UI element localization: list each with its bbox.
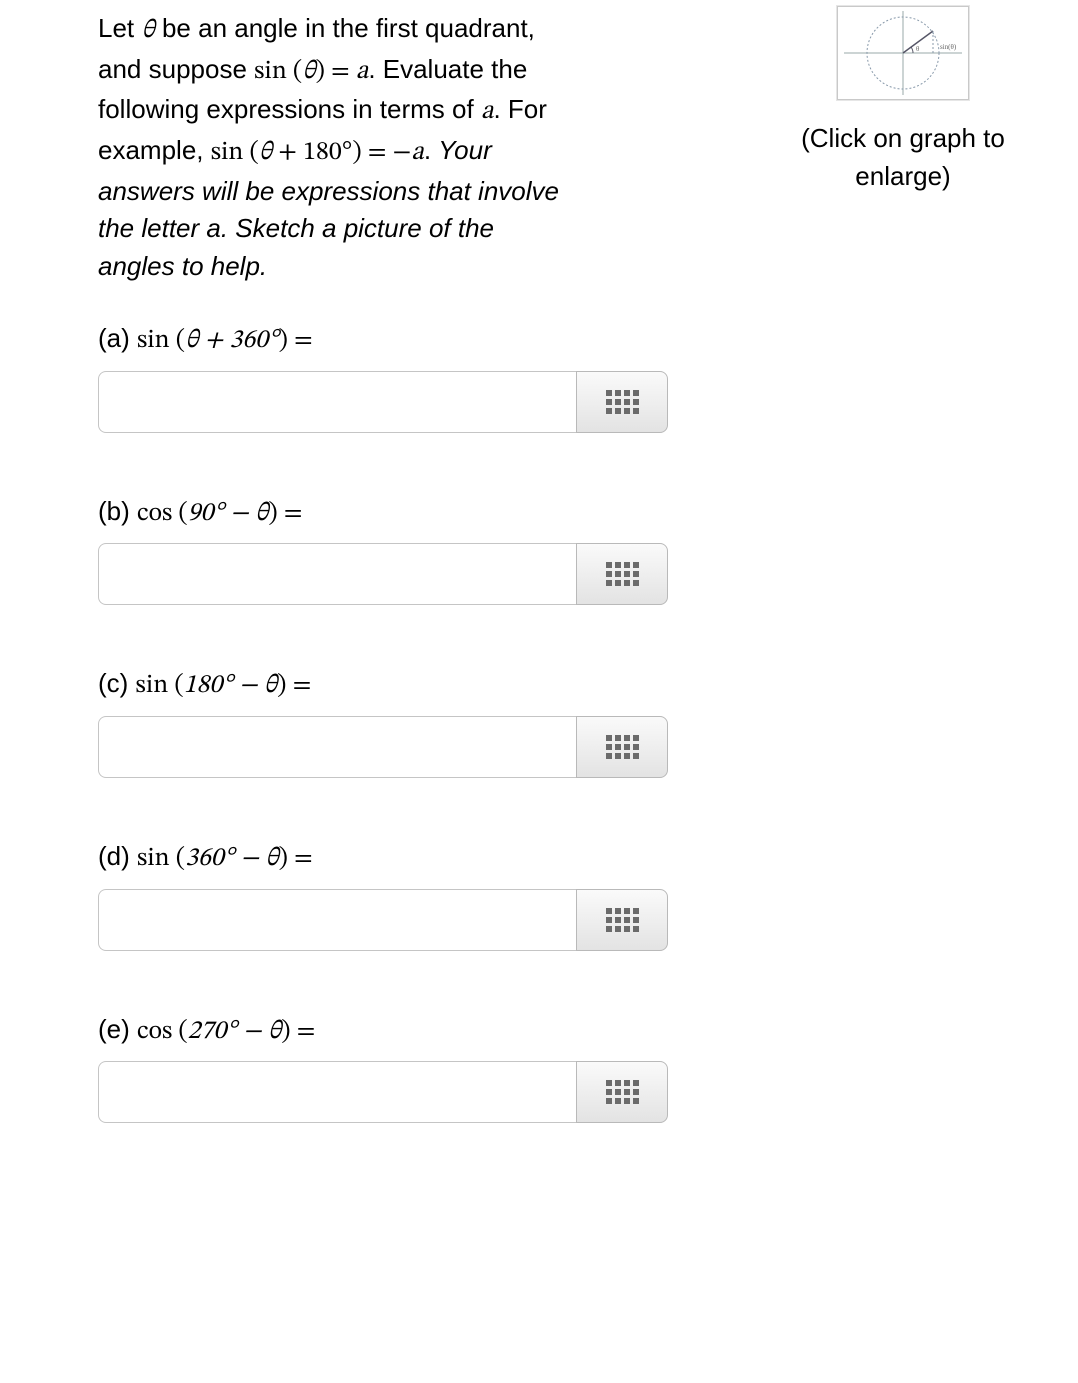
paren: ( — [243, 140, 258, 166]
keypad-icon — [606, 735, 639, 759]
graph-thumbnail-link[interactable]: sin(θ) θ — [778, 6, 1028, 100]
answer-row-d — [98, 889, 668, 951]
text: be an angle in the first quadrant, — [155, 13, 535, 43]
italic-text: angles to help. — [98, 251, 267, 281]
top-row: Let θ be an angle in the first quadrant,… — [98, 10, 1048, 286]
unit-circle-graph-icon: sin(θ) θ — [837, 6, 969, 100]
italic-text: Your — [438, 135, 492, 165]
answer-row-c — [98, 716, 668, 778]
text: and suppose — [98, 54, 254, 84]
keypad-button-b[interactable] — [576, 543, 668, 605]
equals: = — [331, 59, 356, 85]
keypad-button-d[interactable] — [576, 889, 668, 951]
part-b-label: (b) cos (90° − θ) = — [98, 493, 678, 534]
keypad-button-c[interactable] — [576, 716, 668, 778]
angle-offset: + 180° — [272, 140, 352, 166]
paren: ( — [168, 673, 183, 699]
sin-symbol: sin — [211, 140, 244, 166]
paren: ( — [170, 328, 185, 354]
part-a: (a) sin (θ + 360°) = — [98, 320, 678, 433]
angle-expr: θ + 360° — [185, 328, 279, 354]
text: . Evaluate the — [368, 54, 527, 84]
paren-eq: ) = — [277, 673, 311, 699]
keypad-button-e[interactable] — [576, 1061, 668, 1123]
part-d-label: (d) sin (360° − θ) = — [98, 838, 678, 879]
trig-fn: sin — [136, 673, 169, 699]
answer-input-d[interactable] — [98, 889, 576, 951]
keypad-icon — [606, 1080, 639, 1104]
part-e-label: (e) cos (270° − θ) = — [98, 1011, 678, 1052]
answer-input-a[interactable] — [98, 371, 576, 433]
part-b: (b) cos (90° − θ) = — [98, 493, 678, 606]
paren: ) — [316, 59, 331, 85]
text: . — [424, 135, 438, 165]
part-c-label: (c) sin (180° − θ) = — [98, 665, 678, 706]
graph-caption: (Click on graph to enlarge) — [778, 120, 1028, 195]
text: following expressions in terms of — [98, 94, 481, 124]
part-prefix: (e) — [98, 1014, 137, 1044]
trig-fn: sin — [137, 328, 170, 354]
paren-eq: ) = — [268, 501, 302, 527]
answer-input-c[interactable] — [98, 716, 576, 778]
answer-input-e[interactable] — [98, 1061, 576, 1123]
part-prefix: (a) — [98, 323, 137, 353]
a-symbol: a — [411, 140, 423, 166]
paren: ( — [170, 846, 185, 872]
paren: ( — [172, 501, 187, 527]
italic-text: answers will be expressions that involve — [98, 176, 559, 206]
answer-row-b — [98, 543, 668, 605]
part-c: (c) sin (180° − θ) = — [98, 665, 678, 778]
angle-expr: 270° − θ — [188, 1019, 282, 1045]
part-prefix: (c) — [98, 668, 136, 698]
paren: ( — [172, 1019, 187, 1045]
italic-text: the letter a. Sketch a picture of the — [98, 213, 494, 243]
text: . For — [493, 94, 546, 124]
a-symbol: a — [356, 59, 368, 85]
equals-neg: = − — [368, 140, 412, 166]
answer-row-a — [98, 371, 668, 433]
part-e: (e) cos (270° − θ) = — [98, 1011, 678, 1124]
trig-fn: cos — [137, 501, 172, 527]
trig-fn: sin — [137, 846, 170, 872]
paren-eq: ) = — [279, 846, 313, 872]
keypad-icon — [606, 562, 639, 586]
theta-symbol: θ — [141, 18, 154, 44]
page: Let θ be an angle in the first quadrant,… — [0, 0, 1078, 1383]
part-prefix: (b) — [98, 496, 137, 526]
answer-input-b[interactable] — [98, 543, 576, 605]
paren-eq: ) = — [279, 328, 313, 354]
theta-symbol: θ — [302, 59, 315, 85]
paren-eq: ) = — [281, 1019, 315, 1045]
keypad-icon — [606, 390, 639, 414]
graph-sidebar: sin(θ) θ (Click on graph to enlarge) — [718, 10, 1028, 195]
angle-expr: 90° − θ — [188, 501, 269, 527]
trig-fn: cos — [137, 1019, 172, 1045]
svg-text:sin(θ): sin(θ) — [940, 43, 957, 51]
text: Let — [98, 13, 141, 43]
theta-symbol: θ — [259, 140, 272, 166]
paren: ) — [352, 140, 367, 166]
problem-prompt: Let θ be an angle in the first quadrant,… — [98, 10, 718, 286]
sin-symbol: sin — [254, 59, 287, 85]
text: example, — [98, 135, 211, 165]
a-symbol: a — [481, 99, 493, 125]
part-prefix: (d) — [98, 841, 137, 871]
angle-expr: 180° − θ — [184, 673, 278, 699]
keypad-icon — [606, 908, 639, 932]
answer-row-e — [98, 1061, 668, 1123]
part-a-label: (a) sin (θ + 360°) = — [98, 320, 678, 361]
answer-parts: (a) sin (θ + 360°) = (b) cos (90° − θ) = — [98, 320, 678, 1123]
prompt-text: Let θ be an angle in the first quadrant,… — [98, 10, 718, 286]
keypad-button-a[interactable] — [576, 371, 668, 433]
paren: ( — [287, 59, 302, 85]
part-d: (d) sin (360° − θ) = — [98, 838, 678, 951]
angle-expr: 360° − θ — [185, 846, 279, 872]
